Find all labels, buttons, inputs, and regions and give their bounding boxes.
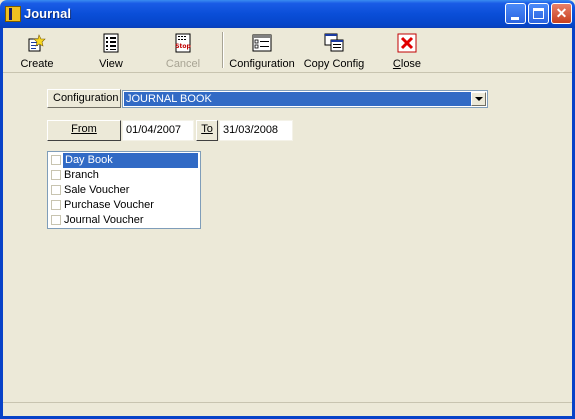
checkbox[interactable] [51,185,61,195]
configuration-label: Configuration [229,58,295,70]
from-date-field[interactable]: 01/04/2007 [122,120,194,141]
list-item-label: Day Book [63,153,198,168]
create-label: Create [20,58,54,70]
list-item-label: Sale Voucher [64,184,130,196]
list-item-purchase-voucher[interactable]: Purchase Voucher [49,198,199,213]
list-item-day-book[interactable]: Day Book [49,153,199,168]
cancel-button[interactable]: Stop Cancel [161,30,205,70]
configuration-field-label: Configuration [47,89,121,108]
checkbox[interactable] [51,200,61,210]
list-item-journal-voucher[interactable]: Journal Voucher [49,213,199,228]
close-label: Close [392,58,422,70]
checkbox[interactable] [51,155,61,165]
to-button[interactable]: To [196,120,218,141]
create-icon [28,34,46,52]
close-red-x-icon [397,33,417,53]
view-label: View [99,58,123,70]
copy-config-button[interactable]: Copy Config [303,30,365,70]
status-bar [3,402,572,417]
configuration-dropdown-value: JOURNAL BOOK [124,92,472,106]
configuration-dropdown[interactable]: JOURNAL BOOK [122,90,488,108]
toolbar: Create View Stop Cancel Configuration Co… [3,28,572,73]
app-icon [5,6,21,22]
svg-text:Stop: Stop [175,43,191,50]
window-close-button[interactable]: ✕ [551,3,572,24]
copy-config-icon [324,33,344,52]
list-item-branch[interactable]: Branch [49,168,199,183]
from-button[interactable]: From [47,120,121,141]
list-item-label: Journal Voucher [64,214,144,226]
checkbox[interactable] [51,215,61,225]
close-button[interactable]: Close [387,30,427,70]
list-item-label: Purchase Voucher [64,199,154,211]
configuration-button[interactable]: Configuration [227,30,297,70]
from-label: From [71,123,97,135]
list-item-sale-voucher[interactable]: Sale Voucher [49,183,199,198]
chevron-down-icon[interactable] [471,92,486,106]
window-title: Journal [24,6,71,21]
to-date-field[interactable]: 31/03/2008 [219,120,293,141]
minimize-icon [511,17,519,20]
minimize-button[interactable] [505,3,526,24]
copy-config-label: Copy Config [303,58,365,70]
list-item-label: Branch [64,169,99,181]
close-icon: ✕ [555,5,568,21]
view-icon [103,33,119,53]
maximize-icon [533,8,544,19]
checkbox[interactable] [51,170,61,180]
cancel-label: Cancel [165,58,201,70]
stop-icon: Stop [175,33,192,53]
view-button[interactable]: View [89,30,133,70]
journal-window: Journal ✕ Create View Stop Cancel Config… [0,0,575,419]
title-bar[interactable]: Journal ✕ [0,0,575,28]
window-border-left [0,28,3,419]
configuration-icon [252,34,272,52]
voucher-type-list[interactable]: Day Book Branch Sale Voucher Purchase Vo… [47,151,201,229]
maximize-button[interactable] [528,3,549,24]
create-button[interactable]: Create [15,30,59,70]
to-label: To [201,123,213,135]
toolbar-separator [222,32,224,68]
